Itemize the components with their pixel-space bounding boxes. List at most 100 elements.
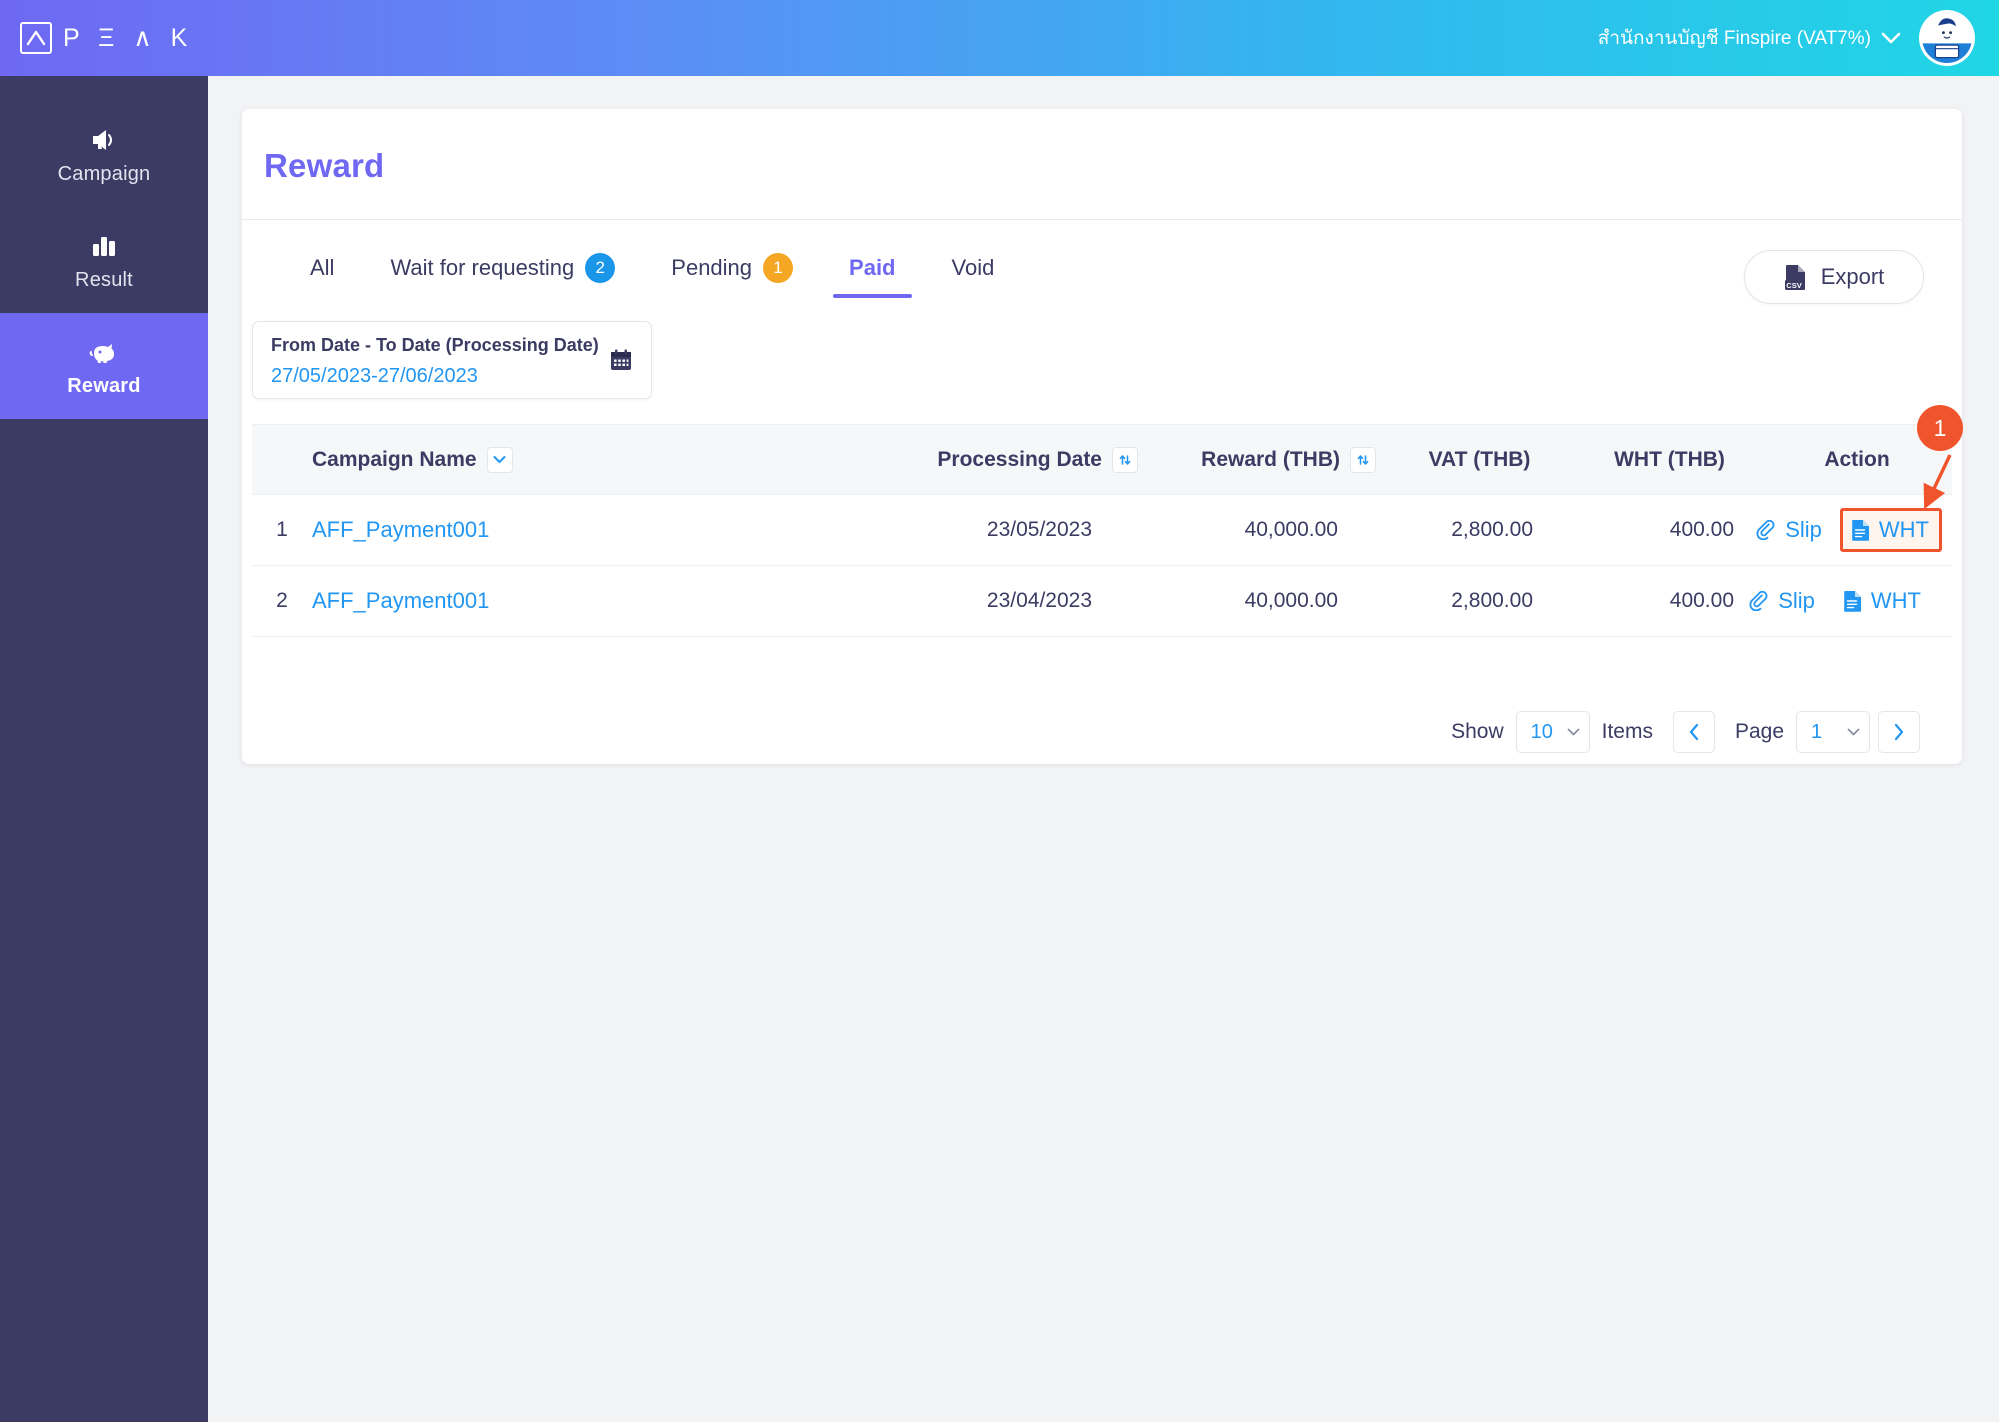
tab-label: All (310, 255, 335, 280)
chevron-right-icon (1894, 723, 1904, 741)
peak-triangle-icon (26, 30, 46, 46)
page-title: Reward (264, 147, 385, 184)
th-label: VAT (THB) (1428, 447, 1531, 471)
slip-action-label: Slip (1778, 588, 1815, 613)
campaign-name-link[interactable]: AFF_Payment001 (312, 588, 489, 613)
tab-badge-count: 2 (585, 253, 616, 283)
table-head: Campaign Name Processing Date Reward (TH… (252, 424, 1952, 495)
date-range-filter[interactable]: From Date - To Date (Processing Date) 27… (252, 321, 652, 399)
th-label: Action (1824, 447, 1890, 471)
avatar[interactable] (1919, 10, 1975, 66)
tab-label: Wait for requesting (390, 255, 575, 280)
sidebar-item-label: Result (75, 268, 133, 291)
page-number-value: 1 (1811, 720, 1823, 743)
wht-action-link[interactable]: WHT (1835, 582, 1929, 620)
date-range-value: 27/05/2023-27/06/2023 (271, 365, 478, 387)
th-campaign-name[interactable]: Campaign Name (312, 424, 792, 495)
sidebar-nav: Campaign Result Reward (0, 76, 208, 1422)
account-name-label: สำนักงานบัญชี Finspire (VAT7%) (1597, 28, 1871, 49)
th-label: Processing Date (937, 447, 1102, 471)
row-processing-date: 23/04/2023 (792, 565, 1152, 637)
sort-icon[interactable] (1112, 446, 1138, 473)
row-processing-date: 23/05/2023 (792, 494, 1152, 566)
account-menu[interactable]: สำนักงานบัญชี Finspire (VAT7%) (1598, 10, 1975, 66)
tab-pending[interactable]: Pending 1 (643, 232, 821, 304)
sidebar-item-reward[interactable]: Reward (0, 313, 208, 419)
th-processing-date[interactable]: Processing Date (792, 424, 1152, 495)
th-index (252, 424, 312, 495)
calendar-icon[interactable] (609, 348, 633, 377)
reward-table: Campaign Name Processing Date Reward (TH… (252, 424, 1952, 637)
tab-badge-count: 1 (763, 253, 794, 283)
row-vat: 2,800.00 (1382, 494, 1577, 566)
tab-all[interactable]: All (282, 232, 362, 304)
top-header-bar: P Ξ ∧ K สำนักงานบัญชี Finspire (VAT7%) (0, 0, 1999, 76)
avatar-illustration-icon (1922, 13, 1972, 63)
items-label: Items (1601, 720, 1653, 743)
row-campaign-name: AFF_Payment001 (312, 494, 792, 566)
sidebar-item-result[interactable]: Result (0, 207, 208, 313)
table-body: 1 AFF_Payment001 23/05/2023 40,000.00 2,… (252, 494, 1952, 637)
page-label: Page (1734, 720, 1784, 743)
prev-page-button[interactable] (1672, 711, 1715, 753)
chevron-down-icon[interactable] (486, 446, 513, 473)
main-content: Reward All Wait for requesting 2 Pending… (208, 76, 1999, 1422)
wht-action-label: WHT (1870, 588, 1921, 613)
tab-label: Pending (671, 255, 753, 280)
row-wht: 400.00 (1577, 565, 1762, 637)
th-reward[interactable]: Reward (THB) (1152, 424, 1382, 495)
peak-logo-mark-icon (20, 22, 52, 54)
row-wht: 400.00 (1577, 494, 1762, 566)
slip-action-link[interactable]: Slip (1748, 511, 1830, 549)
date-range-label: From Date - To Date (Processing Date) (271, 335, 599, 355)
row-index: 1 (252, 494, 312, 566)
table-row[interactable]: 1 AFF_Payment001 23/05/2023 40,000.00 2,… (252, 494, 1952, 566)
row-actions: Slip WHT (1749, 565, 1952, 637)
chevron-down-icon[interactable] (1881, 32, 1901, 44)
wht-action-label: WHT (1878, 517, 1929, 542)
sidebar-item-campaign[interactable]: Campaign (0, 101, 208, 207)
peak-logo[interactable]: P Ξ ∧ K (20, 0, 193, 76)
th-label: Campaign Name (312, 447, 477, 471)
tab-paid[interactable]: Paid (821, 232, 923, 304)
tab-label: Paid (849, 255, 896, 280)
tab-wait-for-requesting[interactable]: Wait for requesting 2 (362, 232, 643, 304)
megaphone-icon (89, 123, 119, 157)
chevron-down-icon (1567, 728, 1580, 737)
table-row[interactable]: 2 AFF_Payment001 23/04/2023 40,000.00 2,… (252, 565, 1952, 637)
reward-card: Reward All Wait for requesting 2 Pending… (242, 109, 1963, 764)
table-header-row: Campaign Name Processing Date Reward (TH… (252, 424, 1952, 495)
sort-icon[interactable] (1350, 446, 1376, 473)
paperclip-icon (1749, 591, 1769, 611)
chevron-left-icon (1689, 723, 1699, 741)
reward-table-wrapper: Campaign Name Processing Date Reward (TH… (252, 424, 1952, 637)
export-button[interactable]: CSV Export (1744, 250, 1924, 304)
th-wht: WHT (THB) (1577, 424, 1762, 495)
bar-chart-icon (90, 229, 118, 263)
slip-action-link[interactable]: Slip (1741, 582, 1823, 620)
export-button-label: Export (1820, 264, 1885, 289)
row-campaign-name: AFF_Payment001 (312, 565, 792, 637)
row-reward: 40,000.00 (1152, 494, 1382, 566)
paperclip-icon (1756, 520, 1776, 540)
document-icon (1851, 519, 1870, 541)
th-vat: VAT (THB) (1382, 424, 1577, 495)
tab-void[interactable]: Void (924, 232, 1023, 304)
next-page-button[interactable] (1878, 711, 1920, 753)
page-size-value: 10 (1530, 720, 1553, 743)
th-label: Reward (THB) (1201, 447, 1340, 471)
th-label: WHT (THB) (1614, 447, 1725, 471)
piggy-bank-icon (88, 335, 120, 369)
page-size-select[interactable]: 10 (1515, 711, 1590, 753)
annotation-step-badge: 1 (1917, 405, 1963, 451)
row-actions: Slip WHT (1756, 494, 1952, 566)
row-vat: 2,800.00 (1382, 565, 1577, 637)
row-index: 2 (252, 565, 312, 637)
campaign-name-link[interactable]: AFF_Payment001 (312, 517, 489, 542)
sidebar-item-label: Campaign (57, 162, 151, 185)
csv-file-icon: CSV (1784, 264, 1805, 290)
page-number-select[interactable]: 1 (1796, 711, 1870, 753)
slip-action-label: Slip (1785, 517, 1822, 542)
svg-text:CSV: CSV (1786, 281, 1801, 290)
wht-action-link[interactable]: WHT (1839, 508, 1942, 552)
